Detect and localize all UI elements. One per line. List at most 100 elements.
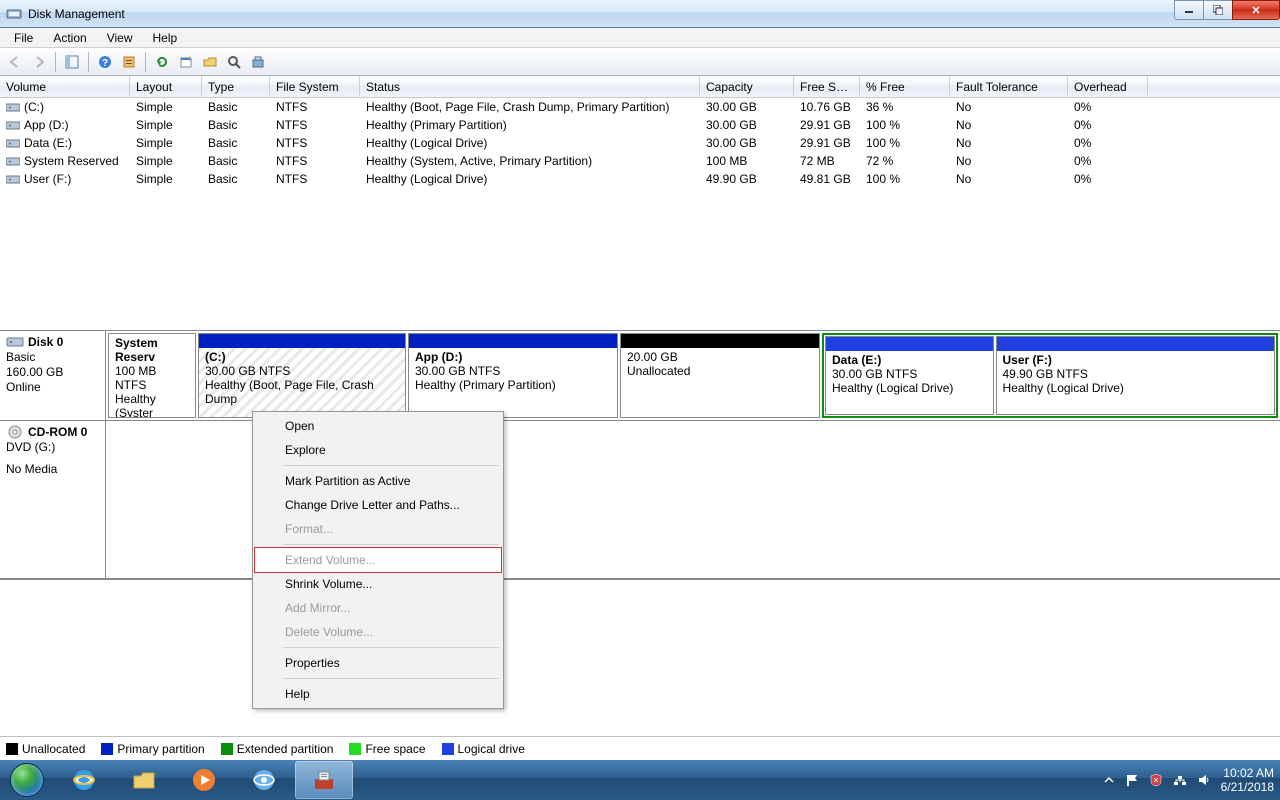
- volume-fs: NTFS: [270, 170, 360, 188]
- partition-status: Healthy (Logical Drive): [1003, 381, 1269, 395]
- volume-status: Healthy (System, Active, Primary Partiti…: [360, 152, 700, 170]
- volume-row[interactable]: Data (E:)SimpleBasicNTFSHealthy (Logical…: [0, 134, 1280, 152]
- ctx-delete-volume[interactable]: Delete Volume...: [255, 620, 501, 644]
- volume-fault: No: [950, 98, 1068, 116]
- settings-button[interactable]: [118, 51, 140, 73]
- cdrom-type: DVD (G:): [6, 440, 99, 454]
- partition-unallocated[interactable]: 20.00 GB Unallocated: [620, 333, 820, 418]
- ctx-shrink-volume[interactable]: Shrink Volume...: [255, 572, 501, 596]
- close-button[interactable]: ✕: [1232, 0, 1280, 20]
- partition-status: Unallocated: [627, 364, 813, 378]
- volume-overhead: 0%: [1068, 170, 1148, 188]
- volume-pctfree: 100 %: [860, 134, 950, 152]
- extended-partition: Data (E:) 30.00 GB NTFS Healthy (Logical…: [822, 333, 1278, 418]
- tray-network-icon[interactable]: [1173, 773, 1187, 787]
- legend-free: Free space: [365, 742, 425, 756]
- wizard-button[interactable]: [247, 51, 269, 73]
- menu-view[interactable]: View: [97, 29, 143, 47]
- menu-help[interactable]: Help: [143, 29, 188, 47]
- partition-size: 20.00 GB: [627, 350, 813, 364]
- system-tray: ✕ 10:02 AM 6/21/2018: [1103, 766, 1280, 794]
- help-button[interactable]: ?: [94, 51, 116, 73]
- forward-button[interactable]: [28, 51, 50, 73]
- ctx-properties[interactable]: Properties: [255, 651, 501, 675]
- taskbar-app1[interactable]: [235, 761, 293, 799]
- toolbar-showhide-button[interactable]: [61, 51, 83, 73]
- volume-name: Data (E:): [24, 136, 72, 150]
- volume-capacity: 100 MB: [700, 152, 794, 170]
- menu-action[interactable]: Action: [43, 29, 96, 47]
- partition-system-reserved[interactable]: System Reserv 100 MB NTFS Healthy (Syste…: [108, 333, 196, 418]
- col-volume[interactable]: Volume: [0, 76, 130, 98]
- legend-primary: Primary partition: [117, 742, 204, 756]
- col-status[interactable]: Status: [360, 76, 700, 98]
- menu-file[interactable]: File: [4, 29, 43, 47]
- col-capacity[interactable]: Capacity: [700, 76, 794, 98]
- col-layout[interactable]: Layout: [130, 76, 202, 98]
- cdrom-label[interactable]: CD-ROM 0 DVD (G:) No Media: [0, 421, 106, 578]
- volume-row[interactable]: System ReservedSimpleBasicNTFSHealthy (S…: [0, 152, 1280, 170]
- ctx-add-mirror[interactable]: Add Mirror...: [255, 596, 501, 620]
- disk-0-type: Basic: [6, 350, 99, 364]
- ctx-mark-active[interactable]: Mark Partition as Active: [255, 469, 501, 493]
- minimize-button[interactable]: [1174, 0, 1204, 20]
- tray-security-icon[interactable]: ✕: [1149, 773, 1163, 787]
- partition-e[interactable]: Data (E:) 30.00 GB NTFS Healthy (Logical…: [825, 336, 994, 415]
- volume-pctfree: 100 %: [860, 116, 950, 134]
- partition-d[interactable]: App (D:) 30.00 GB NTFS Healthy (Primary …: [408, 333, 618, 418]
- volume-row[interactable]: App (D:)SimpleBasicNTFSHealthy (Primary …: [0, 116, 1280, 134]
- volume-free: 49.81 GB: [794, 170, 860, 188]
- col-type[interactable]: Type: [202, 76, 270, 98]
- col-fs[interactable]: File System: [270, 76, 360, 98]
- ctx-format[interactable]: Format...: [255, 517, 501, 541]
- volume-row[interactable]: User (F:)SimpleBasicNTFSHealthy (Logical…: [0, 170, 1280, 188]
- col-free[interactable]: Free Spa...: [794, 76, 860, 98]
- tray-volume-icon[interactable]: [1197, 773, 1211, 787]
- volume-pctfree: 100 %: [860, 170, 950, 188]
- partition-status: Healthy (Syster: [115, 392, 189, 418]
- disk-0-partitions: System Reserv 100 MB NTFS Healthy (Syste…: [106, 331, 1280, 420]
- volume-name: User (F:): [24, 172, 71, 186]
- volume-overhead: 0%: [1068, 116, 1148, 134]
- volume-type: Basic: [202, 98, 270, 116]
- toolbar: ?: [0, 48, 1280, 76]
- col-fault[interactable]: Fault Tolerance: [950, 76, 1068, 98]
- partition-label: User (F:): [1003, 353, 1269, 367]
- volume-icon: [6, 155, 20, 167]
- ctx-change-letter[interactable]: Change Drive Letter and Paths...: [255, 493, 501, 517]
- taskbar-wmp[interactable]: [175, 761, 233, 799]
- taskbar-ie[interactable]: [55, 761, 113, 799]
- open-button[interactable]: [199, 51, 221, 73]
- tray-clock[interactable]: 10:02 AM 6/21/2018: [1221, 766, 1274, 794]
- partition-c[interactable]: (C:) 30.00 GB NTFS Healthy (Boot, Page F…: [198, 333, 406, 418]
- action-button[interactable]: [175, 51, 197, 73]
- volume-free: 29.91 GB: [794, 134, 860, 152]
- ctx-extend-volume[interactable]: Extend Volume...: [254, 547, 502, 573]
- ctx-explore[interactable]: Explore: [255, 438, 501, 462]
- taskbar-explorer[interactable]: [115, 761, 173, 799]
- start-button[interactable]: [0, 760, 54, 800]
- ctx-open[interactable]: Open: [255, 414, 501, 438]
- tray-date: 6/21/2018: [1221, 780, 1274, 794]
- taskbar-diskmgmt[interactable]: [295, 761, 353, 799]
- volume-list-header: Volume Layout Type File System Status Ca…: [0, 76, 1280, 98]
- col-pctfree[interactable]: % Free: [860, 76, 950, 98]
- volume-row[interactable]: (C:)SimpleBasicNTFSHealthy (Boot, Page F…: [0, 98, 1280, 116]
- partition-size: 49.90 GB NTFS: [1003, 367, 1269, 381]
- volume-pctfree: 36 %: [860, 98, 950, 116]
- volume-pctfree: 72 %: [860, 152, 950, 170]
- menu-bar: File Action View Help: [0, 28, 1280, 48]
- col-overhead[interactable]: Overhead: [1068, 76, 1148, 98]
- disk-0-size: 160.00 GB: [6, 365, 99, 379]
- volume-icon: [6, 101, 20, 113]
- tray-flag-icon[interactable]: [1125, 773, 1139, 787]
- partition-f[interactable]: User (F:) 49.90 GB NTFS Healthy (Logical…: [996, 336, 1276, 415]
- maximize-button[interactable]: [1203, 0, 1233, 20]
- tray-chevron-icon[interactable]: [1103, 774, 1115, 786]
- back-button[interactable]: [4, 51, 26, 73]
- disk-0-label[interactable]: Disk 0 Basic 160.00 GB Online: [0, 331, 106, 420]
- partition-label: System Reserv: [115, 336, 189, 364]
- ctx-help[interactable]: Help: [255, 682, 501, 706]
- refresh-button[interactable]: [151, 51, 173, 73]
- rescan-button[interactable]: [223, 51, 245, 73]
